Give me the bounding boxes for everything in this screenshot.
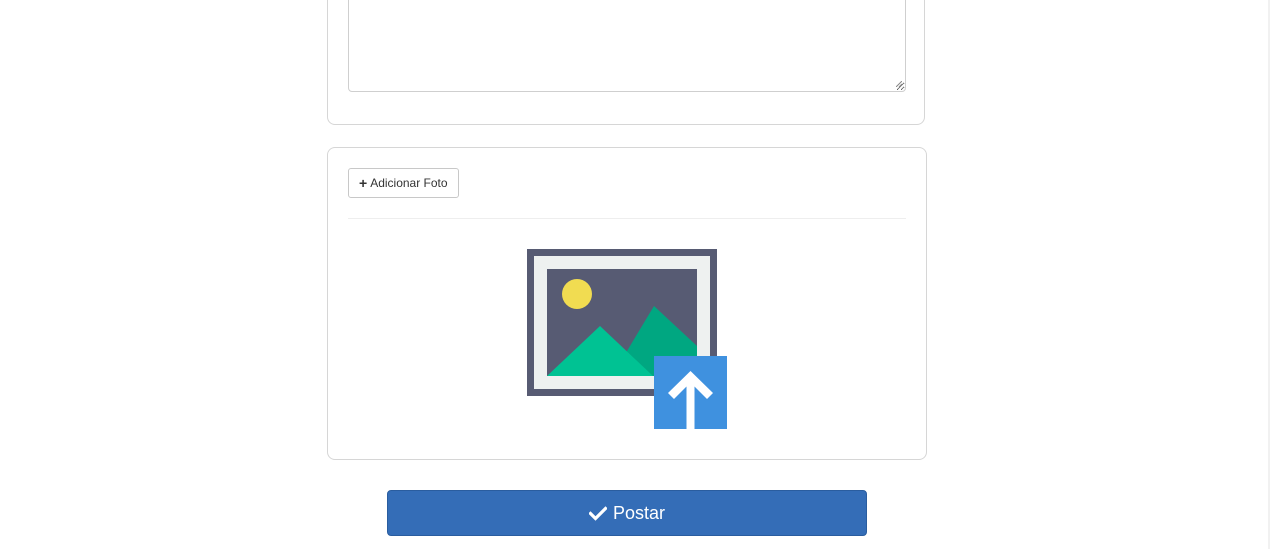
sun-icon [562,279,592,309]
description-panel [327,0,925,125]
photo-panel: + Adicionar Foto [327,147,927,460]
resize-handle-icon[interactable] [896,81,902,87]
post-button[interactable]: Postar [387,490,867,536]
post-button-label: Postar [612,502,666,523]
description-textarea[interactable] [348,0,906,92]
plus-icon: + [359,175,368,191]
add-photo-button[interactable]: + Adicionar Foto [348,168,459,198]
divider [348,218,906,219]
image-upload-icon[interactable] [527,249,728,430]
post-form-page: + Adicionar Foto Postar [0,0,1270,549]
add-photo-label: Adicionar Foto [370,176,448,190]
check-icon [588,505,607,521]
